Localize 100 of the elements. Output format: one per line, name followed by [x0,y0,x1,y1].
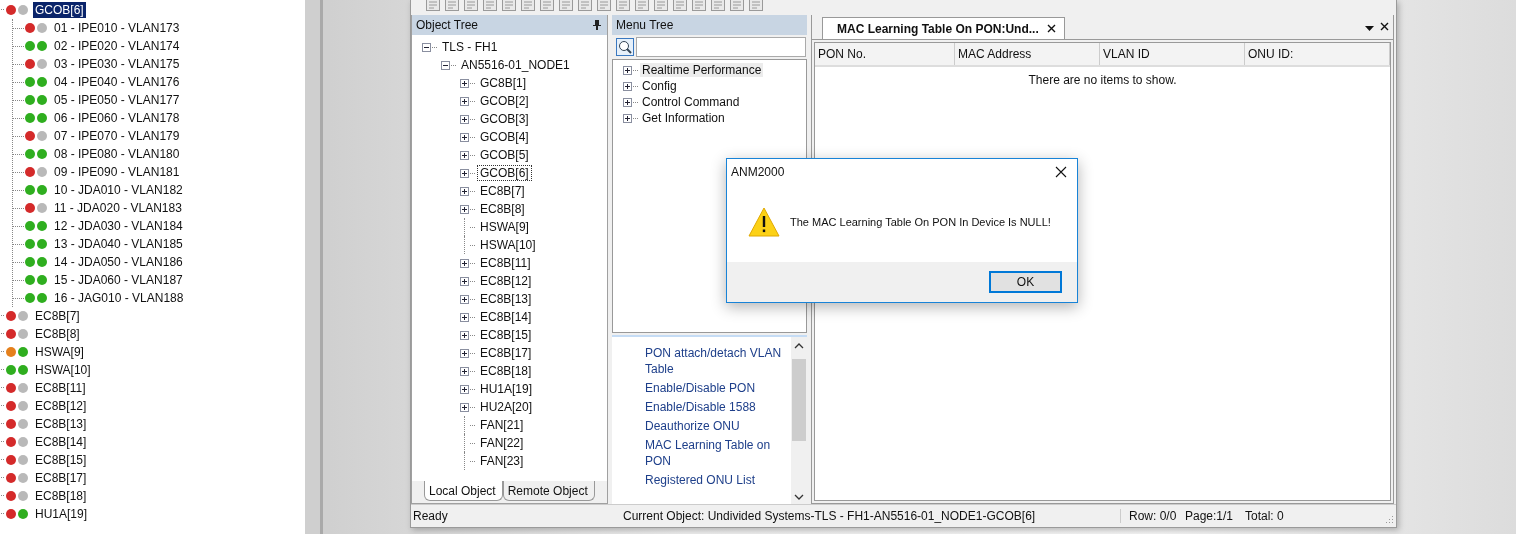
collapse-icon[interactable] [422,42,431,52]
expand-icon[interactable] [460,150,469,160]
tree-item[interactable]: EC8B[7] [477,183,528,199]
tree-item[interactable]: 13 - JDA040 - VLAN185 [52,236,185,252]
tree-item[interactable]: EC8B[14] [33,434,89,450]
column-header[interactable]: ONU ID: [1245,43,1390,65]
document-tab[interactable]: MAC Learning Table On PON:Und... [822,17,1065,39]
tree-item[interactable]: Control Command [640,95,742,109]
tree-item[interactable]: GCOB[6] [477,165,532,181]
tree-item[interactable]: EC8B[14] [477,309,535,325]
tree-item[interactable]: AN5516-01_NODE1 [458,57,573,73]
expand-icon[interactable] [623,81,632,91]
collapse-icon[interactable] [441,60,450,70]
tree-item[interactable]: 11 - JDA020 - VLAN183 [52,200,184,216]
command-link[interactable]: Deauthorize ONU [645,418,785,434]
ok-button[interactable]: OK [989,271,1062,293]
tree-item[interactable]: EC8B[13] [33,416,89,432]
expand-icon[interactable] [460,384,469,394]
tree-item[interactable]: Realtime Performance [640,63,764,77]
command-link[interactable]: Registered ONU List [645,472,785,488]
tree-item[interactable]: HSWA[10] [477,237,539,253]
expand-icon[interactable] [460,186,469,196]
tree-item[interactable]: 04 - IPE040 - VLAN176 [52,74,182,90]
command-link[interactable]: Enable/Disable 1588 [645,399,785,415]
tree-item[interactable]: 10 - JDA010 - VLAN182 [52,182,185,198]
tree-item[interactable]: 05 - IPE050 - VLAN177 [52,92,182,108]
tree-item[interactable]: EC8B[13] [477,291,535,307]
tree-item[interactable]: GCOB[6] [33,2,86,18]
scrollbar[interactable] [791,337,807,504]
tree-item[interactable]: 07 - IPE070 - VLAN179 [52,128,182,144]
tree-item[interactable]: 09 - IPE090 - VLAN181 [52,164,182,180]
expand-icon[interactable] [460,276,469,286]
expand-icon[interactable] [460,96,469,106]
resize-grip-icon[interactable] [1384,514,1394,524]
tree-item[interactable]: EC8B[15] [477,327,535,343]
tree-item[interactable]: EC8B[11] [33,380,88,396]
tree-item[interactable]: TLS - FH1 [439,39,501,55]
expand-icon[interactable] [460,348,469,358]
tree-item[interactable]: HU1A[19] [477,381,536,397]
tree-item[interactable]: EC8B[15] [33,452,89,468]
tree-item[interactable]: EC8B[11] [477,255,534,271]
tree-item[interactable]: 15 - JDA060 - VLAN187 [52,272,185,288]
tree-item[interactable]: 03 - IPE030 - VLAN175 [52,56,182,72]
expand-icon[interactable] [460,330,469,340]
tree-item[interactable]: HSWA[10] [33,362,93,378]
expand-icon[interactable] [460,78,469,88]
panel-tab[interactable]: Remote Object [502,481,595,501]
tree-item[interactable]: EC8B[8] [477,201,528,217]
expand-icon[interactable] [460,366,469,376]
expand-icon[interactable] [460,132,469,142]
expand-icon[interactable] [460,294,469,304]
tree-item[interactable]: EC8B[17] [477,345,535,361]
expand-icon[interactable] [460,312,469,322]
tree-item[interactable]: 06 - IPE060 - VLAN178 [52,110,182,126]
search-field[interactable] [636,37,806,57]
tree-item[interactable]: EC8B[12] [477,273,535,289]
tree-item[interactable]: EC8B[8] [33,326,82,342]
tree-item[interactable]: GC8B[1] [477,75,530,91]
tree-item[interactable]: GCOB[2] [477,93,532,109]
command-link[interactable]: Enable/Disable PON [645,380,785,396]
tree-item[interactable]: Config [640,79,679,93]
column-header[interactable]: PON No. [815,43,955,65]
tree-item[interactable]: 16 - JAG010 - VLAN188 [52,290,186,306]
expand-icon[interactable] [460,258,469,268]
panel-tab[interactable]: Local Object [424,481,503,501]
tree-item[interactable]: HSWA[9] [477,219,532,235]
tree-item[interactable]: HU1A[19] [33,506,90,522]
tree-item[interactable]: EC8B[18] [477,363,535,379]
tree-item[interactable]: GCOB[3] [477,111,532,127]
tree-item[interactable]: FAN[21] [477,417,527,433]
expand-icon[interactable] [460,168,469,178]
search-icon[interactable] [616,38,634,56]
tree-item[interactable]: EC8B[17] [33,470,89,486]
tree-item[interactable]: FAN[23] [477,453,527,469]
column-header[interactable]: VLAN ID [1100,43,1245,65]
expand-icon[interactable] [623,113,632,123]
tree-item[interactable]: 08 - IPE080 - VLAN180 [52,146,182,162]
scroll-down-icon[interactable] [794,494,804,500]
tree-item[interactable]: GCOB[4] [477,129,532,145]
close-icon[interactable] [1055,166,1067,178]
tree-item[interactable]: 12 - JDA030 - VLAN184 [52,218,185,234]
tree-item[interactable]: HU2A[20] [477,399,536,415]
tree-item[interactable]: EC8B[7] [33,308,82,324]
close-icon[interactable] [1380,22,1389,31]
expand-icon[interactable] [623,97,632,107]
tree-item[interactable]: 01 - IPE010 - VLAN173 [52,20,182,36]
tree-item[interactable]: 14 - JDA050 - VLAN186 [52,254,185,270]
expand-icon[interactable] [460,402,469,412]
tree-item[interactable]: FAN[22] [477,435,527,451]
scroll-up-icon[interactable] [794,343,804,349]
expand-icon[interactable] [460,114,469,124]
expand-icon[interactable] [623,65,632,75]
tree-item[interactable]: Get Information [640,111,727,125]
close-icon[interactable] [1046,24,1056,33]
tree-item[interactable]: HSWA[9] [33,344,86,360]
column-header[interactable]: MAC Address [955,43,1100,65]
tree-item[interactable]: EC8B[18] [33,488,89,504]
tree-item[interactable]: EC8B[12] [33,398,89,414]
command-link[interactable]: PON attach/detach VLAN Table [645,345,785,377]
dropdown-icon[interactable] [1365,26,1374,31]
